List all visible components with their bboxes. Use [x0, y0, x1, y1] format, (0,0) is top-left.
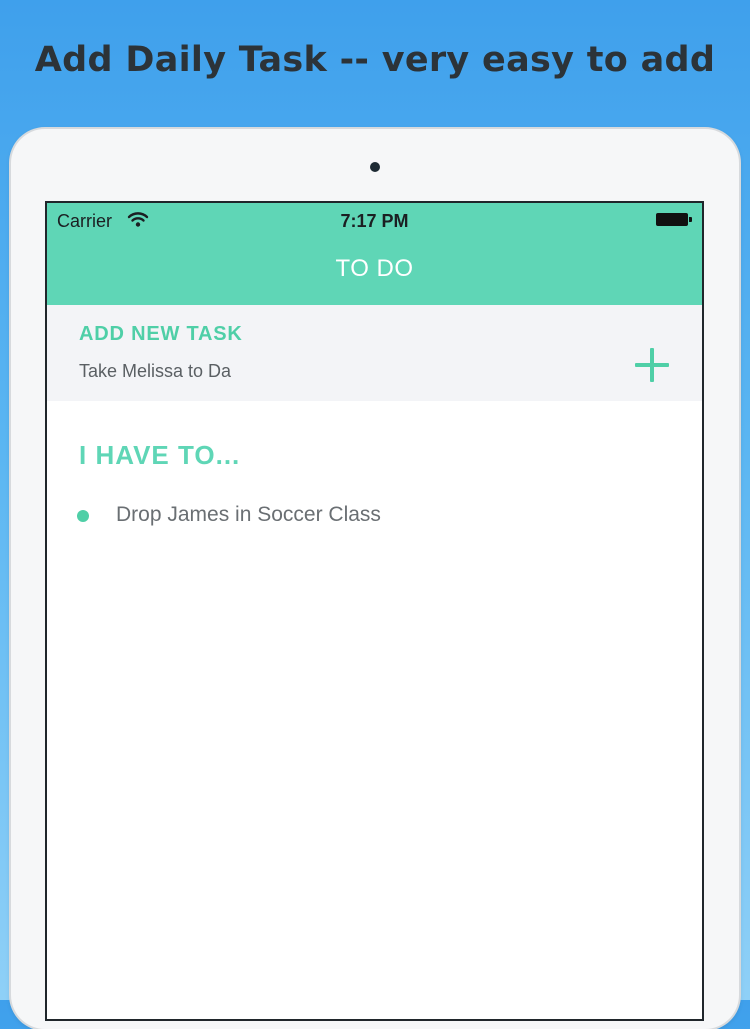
task-list: Drop James in Soccer Class	[47, 503, 702, 539]
status-bar: Carrier 7:17 PM	[47, 203, 702, 237]
status-time: 7:17 PM	[340, 211, 409, 231]
add-task-button[interactable]	[633, 345, 673, 385]
list-item[interactable]: Drop James in Soccer Class	[47, 503, 702, 539]
add-task-label: ADD NEW TASK	[79, 323, 243, 345]
camera-icon	[370, 162, 380, 172]
list-heading: I HAVE TO...	[79, 440, 241, 470]
nav-title: TO DO	[335, 255, 414, 282]
promo-title: Add Daily Task -- very easy to add	[34, 40, 716, 80]
battery-icon	[656, 213, 692, 226]
app-header: Carrier 7:17 PM TO DO	[47, 203, 702, 305]
task-label: Drop James in Soccer Class	[116, 503, 381, 526]
task-input[interactable]	[79, 357, 559, 385]
bullet-icon	[77, 510, 89, 522]
app-screen: Carrier 7:17 PM TO DO ADD NEW TASK I HAV…	[45, 201, 704, 1021]
add-task-section: ADD NEW TASK	[47, 305, 702, 401]
